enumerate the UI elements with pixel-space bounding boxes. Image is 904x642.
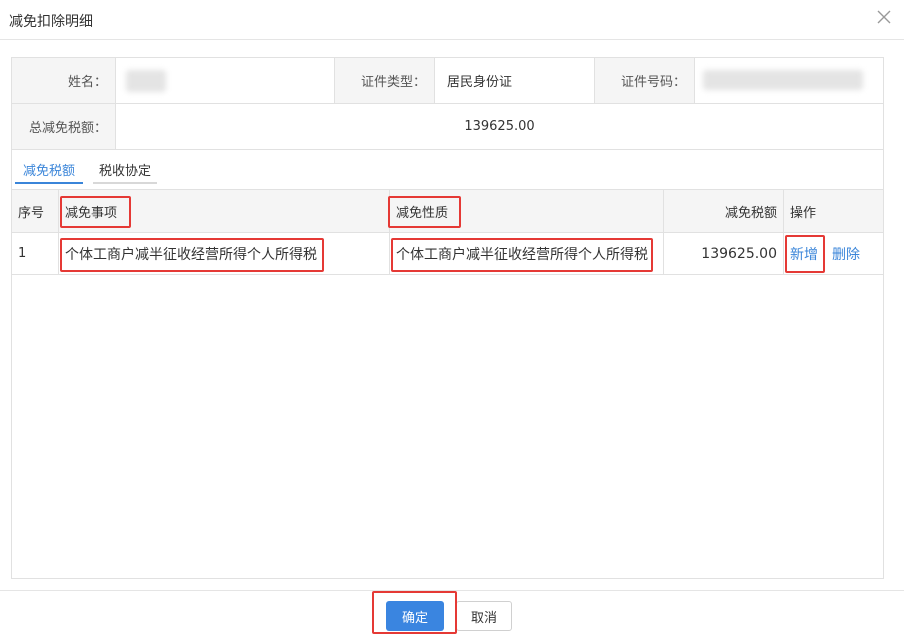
- row-index: 1: [18, 246, 27, 261]
- tab-bar: 减免税额 税收协定: [12, 150, 883, 188]
- dialog-footer: [0, 590, 904, 642]
- header-amount: 减免税额: [663, 190, 783, 232]
- name-value: [115, 58, 334, 103]
- header-actions: 操作: [783, 190, 883, 232]
- table-row: 1 个体工商户减半征收经营所得个人所得税 个体工商户减半征收经营所得个人所得税 …: [12, 233, 883, 275]
- total-label: 总减免税额：: [12, 104, 115, 149]
- tab-tax-reduction[interactable]: 减免税额: [15, 160, 83, 184]
- row-item: 个体工商户减半征收经营所得个人所得税: [58, 233, 389, 274]
- row-amount: 139625.00: [663, 233, 783, 274]
- total-value: 139625.00: [115, 104, 883, 149]
- row-nature: 个体工商户减半征收经营所得个人所得税: [389, 233, 663, 274]
- header-nature: 减免性质: [389, 190, 663, 232]
- id-number-redacted: [703, 70, 863, 90]
- id-type-value: 居民身份证: [434, 58, 594, 103]
- header-item: 减免事项: [58, 190, 389, 232]
- name-redacted: [126, 70, 166, 92]
- header-index: 序号: [18, 205, 45, 221]
- close-icon[interactable]: [876, 9, 892, 25]
- id-type-label: 证件类型：: [334, 58, 434, 103]
- detail-panel: 姓名： 证件类型： 居民身份证 证件号码： 总减免税额： 139625.00 减…: [11, 57, 884, 579]
- dialog-title-bar: 减免扣除明细: [0, 0, 904, 40]
- dialog-title: 减免扣除明细: [9, 14, 93, 30]
- cancel-button[interactable]: 取消: [456, 601, 512, 631]
- row-actions: 新增 删除: [783, 233, 883, 274]
- tab-tax-treaty[interactable]: 税收协定: [93, 160, 157, 184]
- confirm-button[interactable]: 确定: [386, 601, 444, 631]
- add-button[interactable]: 新增: [790, 244, 818, 264]
- id-number-value: [694, 58, 883, 103]
- id-number-label: 证件号码：: [594, 58, 694, 103]
- info-row-total: 总减免税额： 139625.00: [12, 104, 883, 150]
- name-label: 姓名：: [12, 58, 115, 103]
- delete-button[interactable]: 删除: [832, 244, 860, 264]
- info-row-identity: 姓名： 证件类型： 居民身份证 证件号码：: [12, 58, 883, 104]
- table-header: 序号 减免事项 减免性质 减免税额 操作: [12, 189, 883, 233]
